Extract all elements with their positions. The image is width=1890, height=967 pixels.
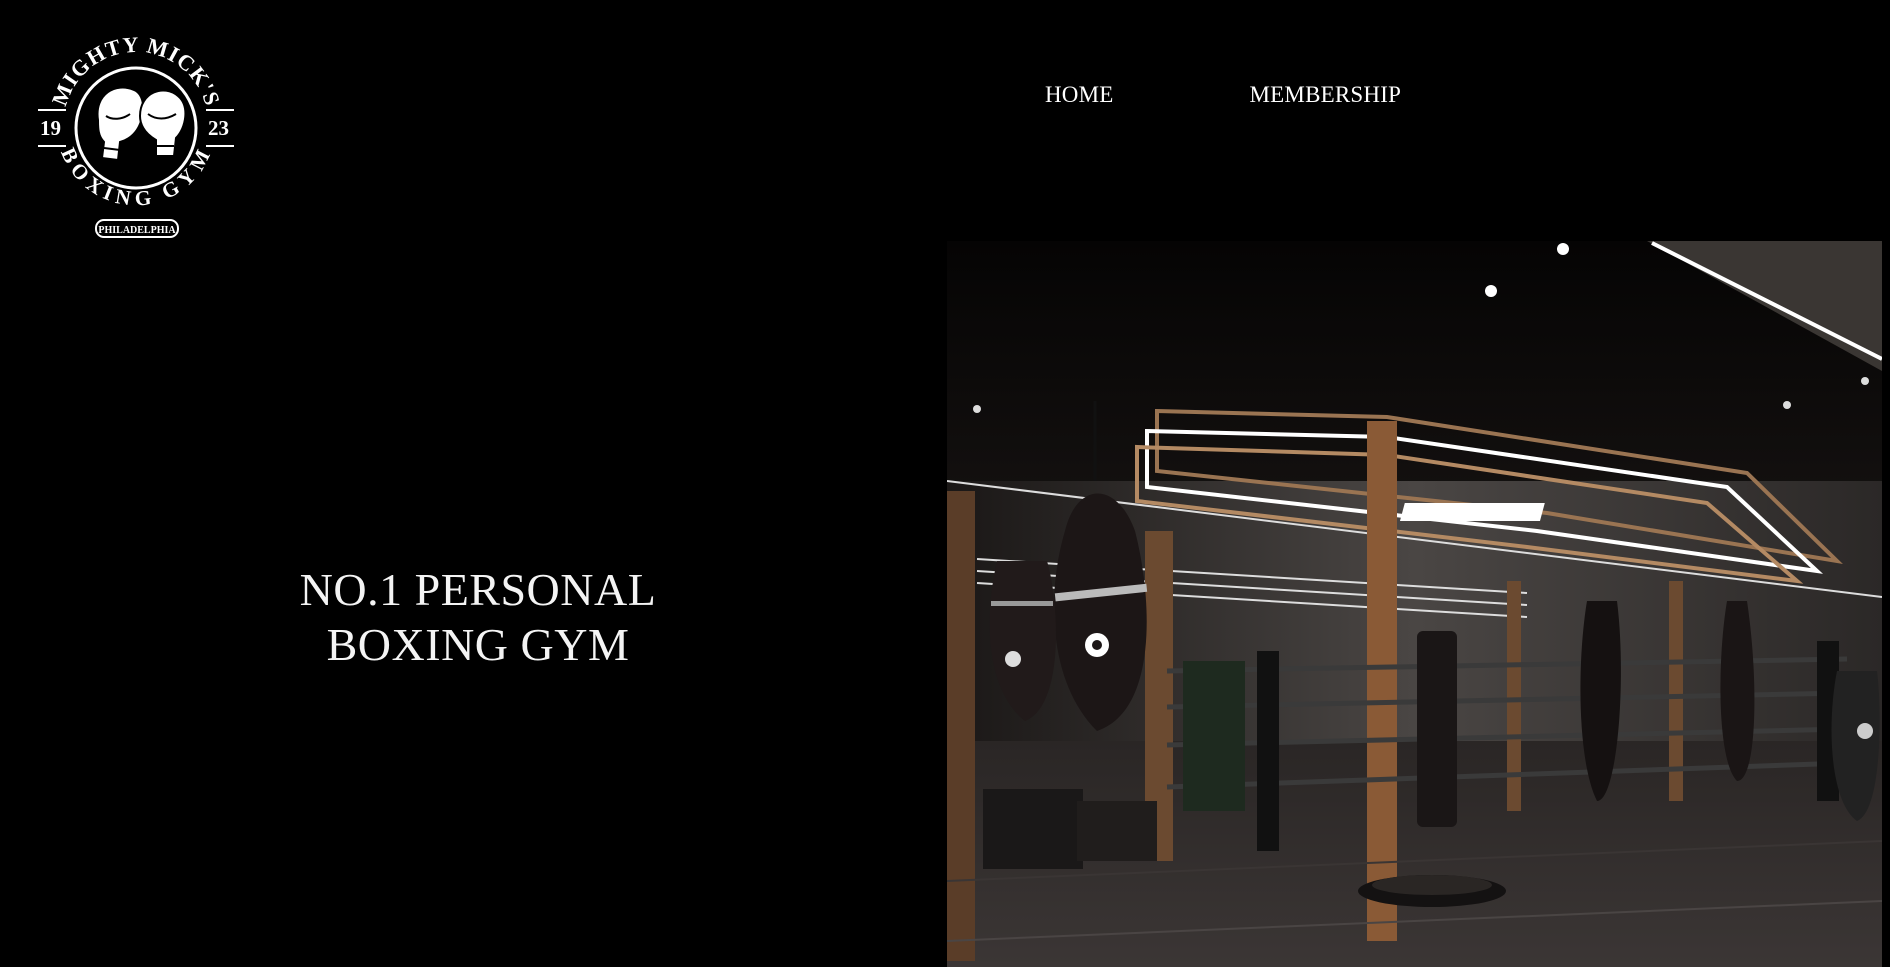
logo-year-right: 23 xyxy=(208,116,229,140)
hero-image xyxy=(947,241,1882,967)
boxing-gloves-icon xyxy=(96,86,187,162)
nav-home-link[interactable]: HOME xyxy=(1045,82,1114,108)
logo-year-left: 19 xyxy=(40,116,61,140)
hero-title-line1: NO.1 PERSONAL xyxy=(299,564,657,615)
logo-city-text: PHILADELPHIA xyxy=(98,225,176,236)
main-nav: HOME MEMBERSHIP xyxy=(1045,82,1401,108)
svg-text:BOXING GYM: BOXING GYM xyxy=(56,144,216,211)
hero-title: NO.1 PERSONAL BOXING GYM xyxy=(230,562,726,672)
logo[interactable]: 19 23 MIGHTY MICK'S BOXING GYM PHILADELP… xyxy=(36,24,244,242)
nav-membership-link[interactable]: MEMBERSHIP xyxy=(1250,82,1402,108)
page: 19 23 MIGHTY MICK'S BOXING GYM PHILADELP… xyxy=(0,0,1890,967)
hero-title-line2: BOXING GYM xyxy=(326,619,630,670)
logo-emblem: 19 23 MIGHTY MICK'S BOXING GYM PHILADELP… xyxy=(38,32,234,238)
boxing-gym-interior-photo xyxy=(947,241,1882,967)
logo-bottom-arc-text: BOXING GYM xyxy=(56,144,214,211)
